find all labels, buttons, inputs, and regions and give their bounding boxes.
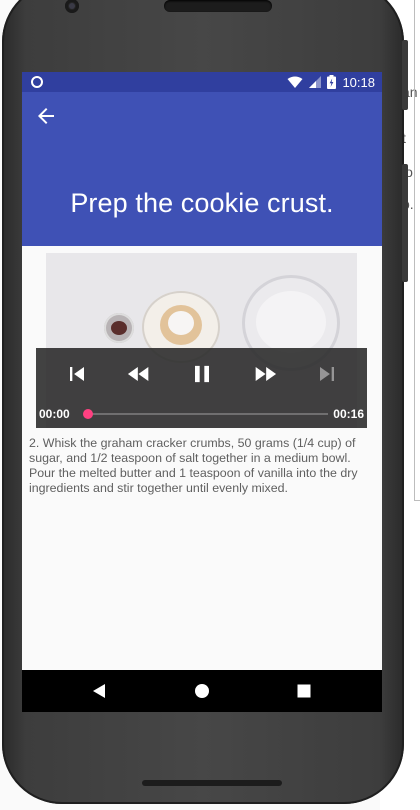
cell-signal-icon [309,76,322,88]
navigation-bar [22,670,382,712]
power-button[interactable] [402,40,408,110]
rewind-button[interactable] [125,360,153,388]
seek-bar[interactable] [88,413,328,415]
status-time: 10:18 [342,74,375,90]
duration-time: 00:16 [333,407,364,421]
background-divider [414,0,415,500]
fast-forward-icon [255,367,277,381]
volume-button[interactable] [402,164,408,282]
vanilla-bowl-image [104,313,134,343]
rewind-icon [127,367,149,381]
pause-button[interactable] [188,360,216,388]
arrow-back-icon [38,108,54,124]
app-bar: Prep the cookie crust. [22,92,382,246]
current-time: 00:00 [39,407,70,421]
phone-screen: 10:18 Prep the cookie crust. 00:00 00:16… [22,72,382,712]
background-divider [414,500,420,501]
pause-icon [195,365,209,383]
battery-icon [327,75,337,89]
skip-previous-icon [70,367,84,381]
status-bar: 10:18 [22,72,382,92]
back-button[interactable] [34,104,58,128]
wifi-icon [287,76,303,88]
nav-back-button[interactable] [90,681,110,701]
nav-recents-button[interactable] [294,681,314,701]
earpiece-speaker [164,0,272,12]
skip-previous-button[interactable] [63,360,91,388]
step-description: 2. Whisk the graham cracker crumbs, 50 g… [29,436,358,495]
skip-next-icon [320,367,334,381]
nav-home-button[interactable] [192,681,212,701]
recents-square-icon [297,684,311,698]
notification-icon [31,76,43,88]
bottom-speaker [142,780,282,786]
skip-next-button[interactable] [313,360,341,388]
home-circle-icon [195,684,209,698]
back-triangle-icon [93,684,105,698]
front-camera [65,0,79,13]
page-title: Prep the cookie crust. [70,188,334,218]
seek-thumb[interactable] [83,409,93,419]
fast-forward-button[interactable] [251,360,279,388]
player-controls: 00:00 00:16 [36,348,367,428]
